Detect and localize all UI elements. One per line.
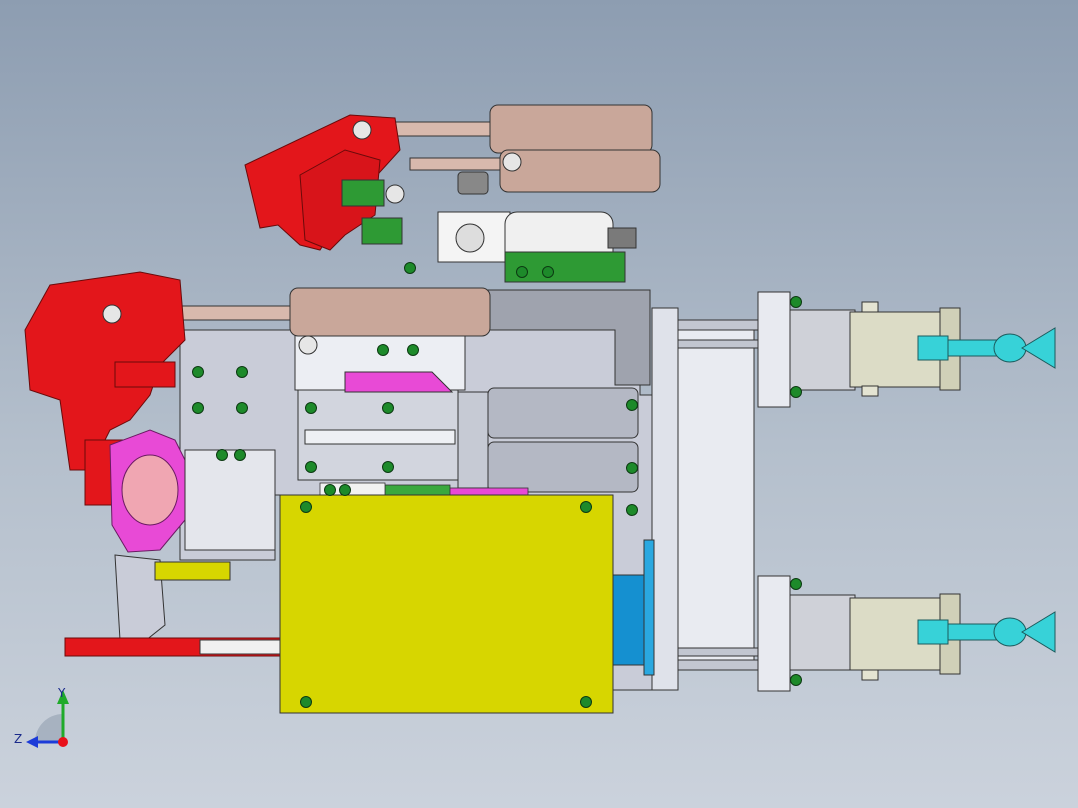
guide-rod-mid xyxy=(677,339,759,349)
cad-viewport[interactable]: Y Z xyxy=(0,0,1078,808)
blue-edge xyxy=(643,539,655,676)
fixture-side-block xyxy=(184,449,276,551)
filter-regulator xyxy=(437,211,637,283)
fitting-stem-top xyxy=(947,339,999,357)
green-strip xyxy=(384,484,451,496)
bottom-actuator-flange xyxy=(757,575,791,692)
bolt-head-26 xyxy=(516,266,528,278)
gauge-block xyxy=(457,171,489,195)
bolt-head-11 xyxy=(790,296,802,308)
blue-plate xyxy=(611,574,645,666)
rail-block-top xyxy=(487,387,639,439)
bolt-head-1 xyxy=(236,366,248,378)
actuator-body-top xyxy=(789,309,856,391)
bolt-head-5 xyxy=(382,402,394,414)
pivot-pin-0 xyxy=(102,304,122,324)
fitting-nut-top xyxy=(917,335,949,361)
bolt-head-10 xyxy=(626,504,638,516)
bolt-head-18 xyxy=(580,696,592,708)
fixture-assembly-drawing xyxy=(24,104,1056,748)
flange-spacer xyxy=(677,324,755,671)
bolt-head-3 xyxy=(236,402,248,414)
pivot-pin-1 xyxy=(352,120,372,140)
pivot-pin-4 xyxy=(385,184,405,204)
bolt-head-19 xyxy=(377,344,389,356)
triad-z-label: Z xyxy=(14,732,23,746)
actuator-body-bottom xyxy=(789,594,856,671)
fitting-stem-bottom xyxy=(947,623,999,641)
motor-tab-top-b xyxy=(861,385,879,397)
lower-clamp-pad xyxy=(114,361,176,388)
bolt-head-27 xyxy=(542,266,554,278)
bolt-head-24 xyxy=(339,484,351,496)
motor-tab-top-a xyxy=(861,301,879,313)
triad-y-label: Y xyxy=(58,686,66,700)
bottom-rod xyxy=(199,639,281,655)
guide-rod-bottom xyxy=(677,659,759,671)
x-axis-dot-icon xyxy=(58,737,68,747)
green-block-upper xyxy=(341,179,385,207)
bolt-head-8 xyxy=(626,399,638,411)
bolt-head-4 xyxy=(305,402,317,414)
pivot-pin-3 xyxy=(298,335,318,355)
regulator-knob xyxy=(455,223,485,253)
part-cavity xyxy=(121,454,179,526)
triad-arc-icon xyxy=(35,714,63,742)
flange-plate xyxy=(651,307,679,691)
yellow-base-plate-group xyxy=(279,494,614,714)
bolt-head-9 xyxy=(626,462,638,474)
bolt-head-6 xyxy=(305,461,317,473)
fitting-nut-bottom xyxy=(917,619,949,645)
bolt-head-23 xyxy=(324,484,336,496)
bolt-head-13 xyxy=(790,578,802,590)
yellow-base-plate xyxy=(279,494,614,714)
z-axis-arrow-icon xyxy=(26,736,38,748)
top-actuator-flange xyxy=(757,291,791,408)
guide-rod-low xyxy=(677,647,759,657)
bolt-head-12 xyxy=(790,386,802,398)
pivot-pin-2 xyxy=(502,152,522,172)
motor-tab-bottom-a xyxy=(861,669,879,681)
fitting-cone-bottom xyxy=(1021,611,1056,653)
filter-cap xyxy=(607,227,637,249)
cylinder-middle-rod xyxy=(409,157,506,171)
bolt-head-7 xyxy=(382,461,394,473)
cylinder-top-rod xyxy=(394,121,494,137)
slide-slot xyxy=(304,429,456,445)
bolt-head-25 xyxy=(404,262,416,274)
guide-rod-top xyxy=(677,319,759,331)
rail-divider xyxy=(457,391,489,489)
bolt-head-22 xyxy=(234,449,246,461)
bolt-head-0 xyxy=(192,366,204,378)
cylinder-top-body xyxy=(489,104,653,154)
bolt-head-21 xyxy=(216,449,228,461)
rail-block-bottom xyxy=(487,441,639,493)
cylinder-middle-body xyxy=(499,149,661,193)
green-block-mid xyxy=(361,217,403,245)
cylinder-lower-body xyxy=(289,287,491,337)
bolt-head-16 xyxy=(580,501,592,513)
fitting-cone-top xyxy=(1021,327,1056,369)
bolt-head-15 xyxy=(300,501,312,513)
right-actuator-flanges xyxy=(757,291,791,692)
bolt-head-2 xyxy=(192,402,204,414)
yellow-bracket xyxy=(154,561,231,581)
bolt-head-14 xyxy=(790,674,802,686)
bolt-head-20 xyxy=(407,344,419,356)
bolt-head-17 xyxy=(300,696,312,708)
